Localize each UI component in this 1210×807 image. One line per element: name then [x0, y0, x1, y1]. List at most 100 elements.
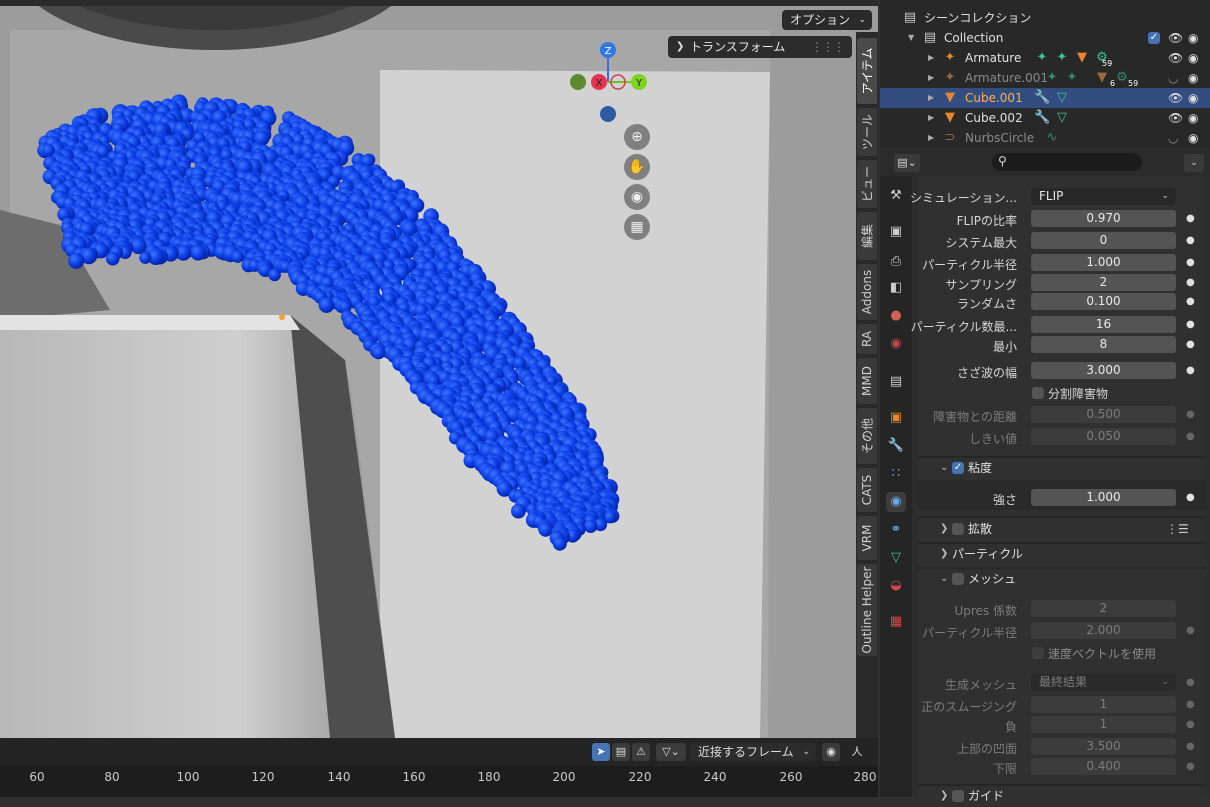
keyframe-dot-icon[interactable]: ●: [1186, 339, 1195, 350]
tab-ra[interactable]: RA: [857, 324, 877, 354]
record-icon[interactable]: ◉: [822, 743, 840, 761]
tab-outline-helper[interactable]: Outline Helper: [857, 564, 877, 656]
concave-upper-field[interactable]: 3.500: [1031, 738, 1176, 755]
diffusion-section-header[interactable]: ❯ 拡散 ⋮☰: [918, 518, 1206, 540]
keyframe-dot-icon[interactable]: ●: [1186, 492, 1195, 503]
outliner-collection[interactable]: ▼ ▤ Collection ✓ 👁 ◉: [880, 28, 1210, 48]
eye-icon[interactable]: 👁: [1168, 28, 1183, 48]
diffusion-checkbox[interactable]: [952, 523, 964, 535]
physics-tab-icon[interactable]: ◉: [886, 492, 906, 512]
collection-tab-icon[interactable]: ▤: [886, 372, 906, 392]
concave-lower-field[interactable]: 0.400: [1031, 758, 1176, 775]
simulation-type-dropdown[interactable]: FLIP ⌄: [1031, 188, 1176, 205]
mesh-data-icon[interactable]: ▽: [1054, 108, 1070, 128]
keyframe-dot-icon[interactable]: ●: [1186, 761, 1195, 772]
tool-tab-icon[interactable]: ⚒: [886, 186, 906, 206]
modifier-tab-icon[interactable]: 🔧: [886, 436, 906, 456]
eye-icon[interactable]: 👁: [1168, 48, 1183, 68]
pose-icon[interactable]: ✦: [1034, 48, 1050, 68]
particle-count-max-field[interactable]: 16: [1031, 316, 1176, 333]
keyframe-dot-icon[interactable]: ●: [1186, 741, 1195, 752]
expand-right-icon[interactable]: ▶: [928, 128, 934, 148]
bone-icon[interactable]: ✦: [1054, 48, 1070, 68]
split-obstacle-checkbox[interactable]: [1032, 387, 1044, 399]
use-velocity-checkbox[interactable]: [1032, 647, 1044, 659]
tab-mmd[interactable]: MMD: [857, 358, 877, 404]
collection-include-checkbox[interactable]: ✓: [1148, 32, 1160, 44]
camera-render-icon[interactable]: ◉: [1188, 88, 1198, 108]
constraints-tab-icon[interactable]: ⚭: [886, 520, 906, 540]
eye-icon[interactable]: 👁: [1168, 108, 1183, 128]
positive-smoothing-field[interactable]: 1: [1031, 696, 1176, 713]
timeline-ruler[interactable]: 60 80 100 120 140 160 180 200 220 240 26…: [0, 766, 878, 797]
guide-section-header[interactable]: ❯ ガイド: [918, 785, 1206, 807]
chevron-down-icon[interactable]: ⌄: [1184, 154, 1204, 172]
camera-icon[interactable]: ◉: [624, 184, 650, 210]
editor-type-icon[interactable]: ▤⌄: [894, 154, 920, 172]
keyframe-dot-icon[interactable]: ●: [1186, 277, 1195, 288]
eye-hidden-icon[interactable]: ◡: [1168, 128, 1178, 148]
bone-icon[interactable]: ✦: [1064, 68, 1080, 88]
expand-right-icon[interactable]: ▶: [928, 48, 934, 68]
transform-panel-header[interactable]: ❯ トランスフォーム ⋮⋮⋮: [668, 36, 852, 58]
expand-right-icon[interactable]: ▶: [928, 108, 934, 128]
sampling-field[interactable]: 2: [1031, 274, 1176, 291]
tab-vrm[interactable]: VRM: [857, 516, 877, 560]
tab-edit[interactable]: 編集: [857, 212, 877, 260]
mesh-particle-radius-field[interactable]: 2.000: [1031, 622, 1176, 639]
person-icon[interactable]: 人: [842, 743, 872, 761]
camera-render-icon[interactable]: ◉: [1188, 108, 1198, 128]
modifier-wrench-icon[interactable]: 🔧: [1034, 88, 1050, 108]
texture-tab-icon[interactable]: ▦: [886, 612, 906, 632]
warning-icon[interactable]: ⚠: [632, 743, 650, 761]
eye-hidden-icon[interactable]: ◡: [1168, 68, 1178, 88]
keyframe-dot-icon[interactable]: ●: [1186, 409, 1195, 420]
tab-view[interactable]: ビュー: [857, 160, 877, 208]
particle-radius-field[interactable]: 1.000: [1031, 254, 1176, 271]
tab-addons[interactable]: Addons: [857, 264, 877, 320]
outliner-item-nurbscircle[interactable]: ▶ ⊃ NurbsCircle ∿ ◡ ◉: [880, 128, 1210, 148]
tab-item[interactable]: アイテム: [857, 38, 877, 104]
world-tab-icon[interactable]: ◉: [886, 334, 906, 354]
keyframe-dot-icon[interactable]: ●: [1186, 699, 1195, 710]
mesh-icon[interactable]: ▼: [1074, 48, 1090, 68]
data-tab-icon[interactable]: ▽: [886, 548, 906, 568]
viscosity-section-header[interactable]: ⌄ ✓ 粘度: [918, 457, 1206, 479]
negative-smoothing-field[interactable]: 1: [1031, 716, 1176, 733]
obstacle-distance-field[interactable]: 0.500: [1031, 406, 1176, 423]
camera-render-icon[interactable]: ◉: [1188, 68, 1198, 88]
mesh-section-header[interactable]: ⌄ メッシュ: [918, 568, 1206, 590]
camera-render-icon[interactable]: ◉: [1188, 28, 1198, 48]
frame-mode-dropdown[interactable]: 近接するフレーム ⌄: [690, 743, 816, 761]
output-tab-icon[interactable]: ⎙: [886, 252, 906, 272]
guide-checkbox[interactable]: [952, 790, 964, 802]
tab-other[interactable]: その他: [857, 408, 877, 464]
system-max-field[interactable]: 0: [1031, 232, 1176, 249]
particle-count-min-field[interactable]: 8: [1031, 336, 1176, 353]
camera-render-icon[interactable]: ◉: [1188, 128, 1198, 148]
drag-grip-icon[interactable]: ⋮⋮⋮: [811, 36, 845, 58]
keyframe-dot-icon[interactable]: ●: [1186, 625, 1195, 636]
expand-down-icon[interactable]: ▼: [908, 28, 914, 48]
keyframe-dot-icon[interactable]: ●: [1186, 319, 1195, 330]
properties-search[interactable]: ⚲: [992, 153, 1142, 171]
outliner-scene-collection[interactable]: ▤ シーンコレクション: [880, 8, 1210, 28]
render-tab-icon[interactable]: ▣: [886, 222, 906, 242]
expand-right-icon[interactable]: ▶: [928, 88, 934, 108]
list-options-icon[interactable]: ⋮☰: [1166, 518, 1189, 540]
options-dropdown[interactable]: オプション ⌄: [781, 10, 872, 30]
viscosity-strength-field[interactable]: 1.000: [1031, 489, 1176, 506]
keyframe-dot-icon[interactable]: ●: [1186, 257, 1195, 268]
particles-section-header[interactable]: ❯ パーティクル: [918, 543, 1206, 565]
ripple-width-field[interactable]: 3.000: [1031, 362, 1176, 379]
generate-mesh-dropdown[interactable]: 最終結果 ⌄: [1031, 674, 1176, 691]
keyframe-dot-icon[interactable]: ●: [1186, 235, 1195, 246]
randomness-field[interactable]: 0.100: [1031, 293, 1176, 310]
material-tab-icon[interactable]: ◒: [886, 576, 906, 596]
object-tab-icon[interactable]: ▣: [886, 408, 906, 428]
select-tool-icon[interactable]: ➤: [592, 743, 610, 761]
keyframe-dot-icon[interactable]: ●: [1186, 677, 1195, 688]
pose-icon[interactable]: ✦: [1044, 68, 1060, 88]
mesh-data-icon[interactable]: ▽: [1054, 88, 1070, 108]
expand-right-icon[interactable]: ▶: [928, 68, 934, 88]
